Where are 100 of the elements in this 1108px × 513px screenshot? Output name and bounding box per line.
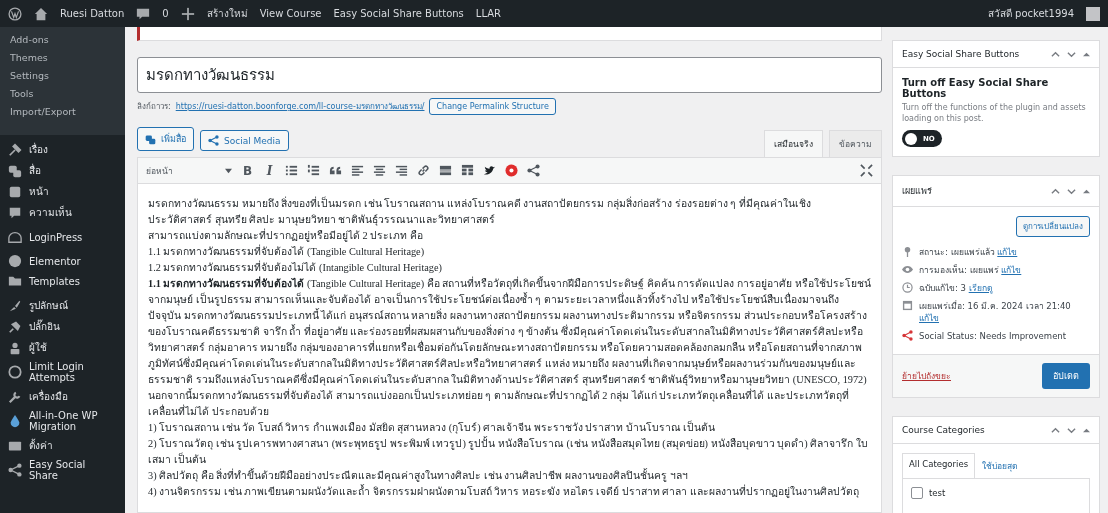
body-paragraph: 1) โบราณสถาน เช่น วัด โบสถ์ วิหาร กำแพงเมือง มัสยิด สุสานหลวง (กุโบร์) ศาลเจ้าจีน พระราชวัง ปราสาท บ้านโบราณ เป็นต้น [148,420,717,436]
menu-item[interactable]: รูปลักษณ์ [0,295,125,316]
publish-info: การมองเห็น: เผยแพร่ แก้ไข [919,264,1022,276]
align-right-icon[interactable] [395,164,408,178]
drop-icon [8,414,22,428]
publish-box-title: เผยแพร่ [902,185,932,198]
publish-info-link[interactable]: เรียกดู [968,283,993,293]
bold-button[interactable]: B [241,164,254,178]
admin-bar-link[interactable]: View Course [259,8,322,19]
menu-item[interactable]: Elementor [0,251,125,271]
move-up-icon[interactable] [1051,49,1060,59]
menu-item[interactable]: Limit Login Attempts [0,358,125,386]
submenu-item[interactable]: Import/Export [0,103,125,121]
publish-info-link[interactable]: แก้ไข [919,313,939,323]
menu-item[interactable]: เครื่องมือ [0,386,125,407]
body-paragraph: นอกจากนี้มรดกทางวัฒนธรรมที่จับต้องได้ สามารถแบ่งออกเป็นประเภทย่อย ๆ ตามลักษณะที่ปรากฏได้ 2 กลุ่ม ได้แก่ ประเภทวัตถุเคลื่อนที่ได้ และประเภทวัตถุที่เคลื่อนที่ไม่ได้ ประกอบด้วย [148,388,850,419]
submenu-item[interactable]: Tools [0,85,125,103]
move-down-icon[interactable] [1067,425,1076,435]
share-icon [902,330,913,341]
body-paragraph: 3) ศิลปวัตถุ คือ สิ่งที่ทำขึ้นด้วยฝีมืออย่างประณีตและมีคุณค่าสูงในทางศิลปะ เช่น งานศิลปาชีพ ผลงานของศิลปินชั้นครู ฯลฯ [148,468,689,484]
publish-info: สถานะ: เผยแพร่แล้ว แก้ไข [919,246,1018,258]
publish-info: เผยแพร่เมื่อ: 16 มี.ค. 2024 เวลา 21:40 แก้ไข [919,300,1072,324]
folder-icon [8,274,22,288]
submenu-item[interactable]: Add-ons [0,31,125,49]
fullscreen-icon[interactable] [860,164,873,178]
editor-mode-tab[interactable]: ข้อความ [829,130,882,158]
calendar-icon [902,300,913,311]
admin-bar-link[interactable]: LLAR [475,8,501,19]
body-paragraph: 1.2 มรดกทางวัฒนธรรมที่จับต้องไม่ได้ (Intangible Cultural Heritage) [148,260,443,275]
media-icon [8,163,22,178]
publish-info-link[interactable]: แก้ไข [1001,265,1022,275]
menu-item[interactable]: ความเห็น [0,202,125,223]
add-media-button[interactable]: เพิ่มสื่อ [137,127,194,152]
comment-icon[interactable] [136,6,151,21]
page-icon [8,184,22,199]
circle-icon [8,254,22,268]
plus-icon[interactable] [180,6,195,21]
italic-button[interactable]: I [263,164,276,178]
circle-dot-icon[interactable] [505,164,518,178]
editor-mode-tab[interactable]: เสมือนจริง [764,130,823,158]
preview-changes-button[interactable]: ดูการเปลี่ยนแปลง [1016,216,1090,237]
clock-icon [902,282,913,293]
numbered-list-icon[interactable] [307,164,320,178]
change-permalink-button[interactable]: Change Permalink Structure [429,98,556,116]
menu-item[interactable]: Easy Social Share [0,456,125,484]
submenu-item[interactable]: Themes [0,49,125,67]
move-to-trash-link[interactable]: ย้ายไปถังขยะ [902,369,951,383]
title-field[interactable]: มรดกทางวัฒนธรรม [137,57,882,94]
collapse-icon[interactable] [1083,426,1090,434]
categories-box-title: Course Categories [902,425,985,435]
user-greeting[interactable]: สวัสดี pocket1994 [987,6,1074,21]
menu-item[interactable]: สื่อ [0,160,125,181]
wordpress-logo-icon[interactable] [8,6,22,21]
menu-item[interactable]: ปลั๊กอิน [0,316,125,337]
social-media-button[interactable]: Social Media [200,130,289,152]
move-down-icon[interactable] [1067,49,1076,59]
menu-item[interactable]: ตั้งค่า [0,435,125,456]
share-icon [208,135,219,147]
category-tab[interactable]: All Categories [902,453,976,478]
collapse-icon[interactable] [1083,50,1090,58]
menu-item[interactable]: ผู้ใช้ [0,337,125,358]
move-up-icon[interactable] [1051,425,1060,435]
submenu-item[interactable]: Settings [0,67,125,85]
collapse-icon[interactable] [1083,187,1090,195]
menu-item[interactable]: All-in-One WP Migration [0,407,125,435]
publish-info-link[interactable]: แก้ไข [997,247,1018,257]
share-icon [8,463,22,477]
align-center-icon[interactable] [373,164,386,178]
move-up-icon[interactable] [1051,186,1060,196]
bulleted-list-icon[interactable] [285,164,298,178]
menu-item[interactable]: หน้า [0,181,125,202]
home-icon[interactable] [34,6,48,21]
format-select[interactable]: ย่อหน้า [146,163,216,178]
caret-icon[interactable] [225,167,232,175]
media-icon [145,133,156,145]
align-left-icon[interactable] [351,164,364,178]
comment-icon [8,205,22,220]
menu-item[interactable]: LoginPress [0,227,125,247]
user-icon [8,340,22,355]
permalink-label: ลิงก์ถาวร: [137,101,171,114]
share-box-title: Easy Social Share Buttons [902,49,1020,59]
eye-icon [902,264,913,275]
share-icon[interactable] [527,164,540,178]
site-name-link[interactable]: Ruesi Datton [60,8,125,19]
category-label: test [929,488,946,498]
category-tab[interactable]: ใช้บ่อยสุด [975,453,1026,478]
comment-count: 0 [162,8,169,19]
permalink-link[interactable]: https://ruesi-datton.boonforge.com/ll-course-มรดกทางวัฒนธรรม/ [175,100,425,114]
link-icon[interactable] [417,164,430,178]
body-paragraph: มรดกทางวัฒนธรรม หมายถึง สิ่งของที่เป็นมรดก เช่น โบราณสถาน แหล่งโบราณคดี งานสถาปัตยกรรม กลุ่มสิ่งก่อสร้าง ร่องรอยต่าง ๆ ที่มีคุณค่าในเชิงประวัติศาสตร์ สุนทรีย ศิลปะ มานุษยวิทยา ชาติพันธุ์วรรณนาและวิทยาศาสตร์ [148,196,812,228]
category-checkbox[interactable] [911,487,923,499]
admin-bar-link[interactable]: Easy Social Share Buttons [333,8,464,19]
menu-item[interactable]: Templates [0,271,125,291]
body-paragraph: 4) งานจิตรกรรม เช่น ภาพเขียนตามผนังวัดและถ้ำ จิตรกรรมฝาผนังตามโบสถ์ วิหาร หอระฆัง หอไตร เจดีย์ ปราสาท ศาลา และผลงานที่ปรากฏอยู่ในงานศิลปวัตถุ [148,484,860,500]
menu-item[interactable]: เรื่อง [0,139,125,160]
update-button[interactable]: อัปเดต [1042,363,1090,389]
new-content-link[interactable]: สร้างใหม่ [206,6,248,21]
publish-info: Social Status: Needs Improvement [919,330,1067,342]
move-down-icon[interactable] [1067,186,1076,196]
avatar-placeholder[interactable] [1086,6,1100,21]
